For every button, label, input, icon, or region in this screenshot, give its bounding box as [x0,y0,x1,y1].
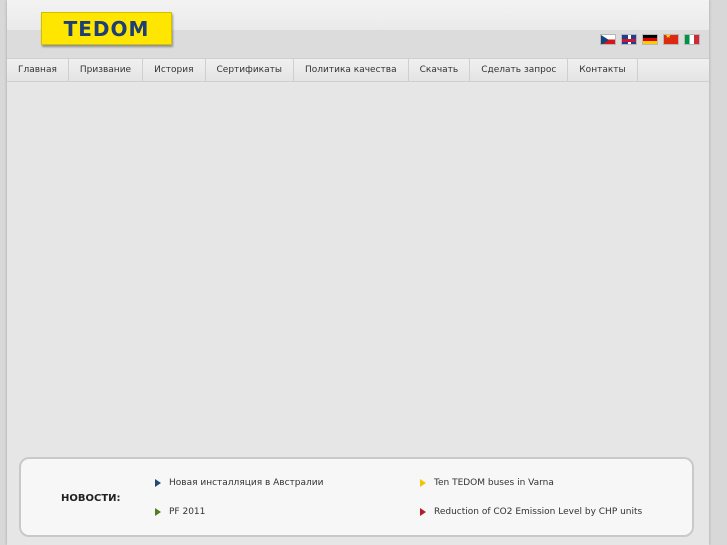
chinese-flag-icon[interactable] [663,34,679,45]
header: TEDOM [7,0,709,58]
language-selector [600,34,700,45]
news-title: НОВОСТИ: [61,493,121,504]
nav-item-request[interactable]: Сделать запрос [470,59,569,81]
news-item[interactable]: Reduction of CO2 Emission Level by CHP u… [420,507,642,517]
main-content-area [7,82,709,452]
news-item-label[interactable]: Reduction of CO2 Emission Level by CHP u… [434,507,642,517]
nav-item-quality-policy[interactable]: Политика качества [294,59,409,81]
nav-item-contacts[interactable]: Контакты [568,59,638,81]
page-wrapper: TEDOM Главная Призвание История Сертифик… [7,0,709,545]
tedom-logo[interactable]: TEDOM [41,12,172,45]
news-item-label[interactable]: PF 2011 [169,507,205,517]
triangle-bullet-icon [420,508,426,516]
nav-item-download[interactable]: Скачать [409,59,471,81]
triangle-bullet-icon [155,508,161,516]
czech-flag-icon[interactable] [600,34,616,45]
news-item-label[interactable]: Ten TEDOM buses in Varna [434,478,554,488]
german-flag-icon[interactable] [642,34,658,45]
nav-item-history[interactable]: История [143,59,206,81]
uk-flag-icon[interactable] [621,34,637,45]
main-navigation: Главная Призвание История Сертификаты По… [7,58,709,82]
news-item[interactable]: PF 2011 [155,507,205,517]
triangle-bullet-icon [420,479,426,487]
italian-flag-icon[interactable] [684,34,700,45]
triangle-bullet-icon [155,479,161,487]
news-item[interactable]: Ten TEDOM buses in Varna [420,478,554,488]
news-item[interactable]: Новая инсталляция в Австралии [155,478,323,488]
news-item-label[interactable]: Новая инсталляция в Австралии [169,478,323,488]
nav-item-mission[interactable]: Призвание [69,59,144,81]
news-panel: НОВОСТИ: Новая инсталляция в Австралии T… [19,457,694,537]
nav-item-home[interactable]: Главная [7,59,69,81]
nav-item-certificates[interactable]: Сертификаты [206,59,294,81]
